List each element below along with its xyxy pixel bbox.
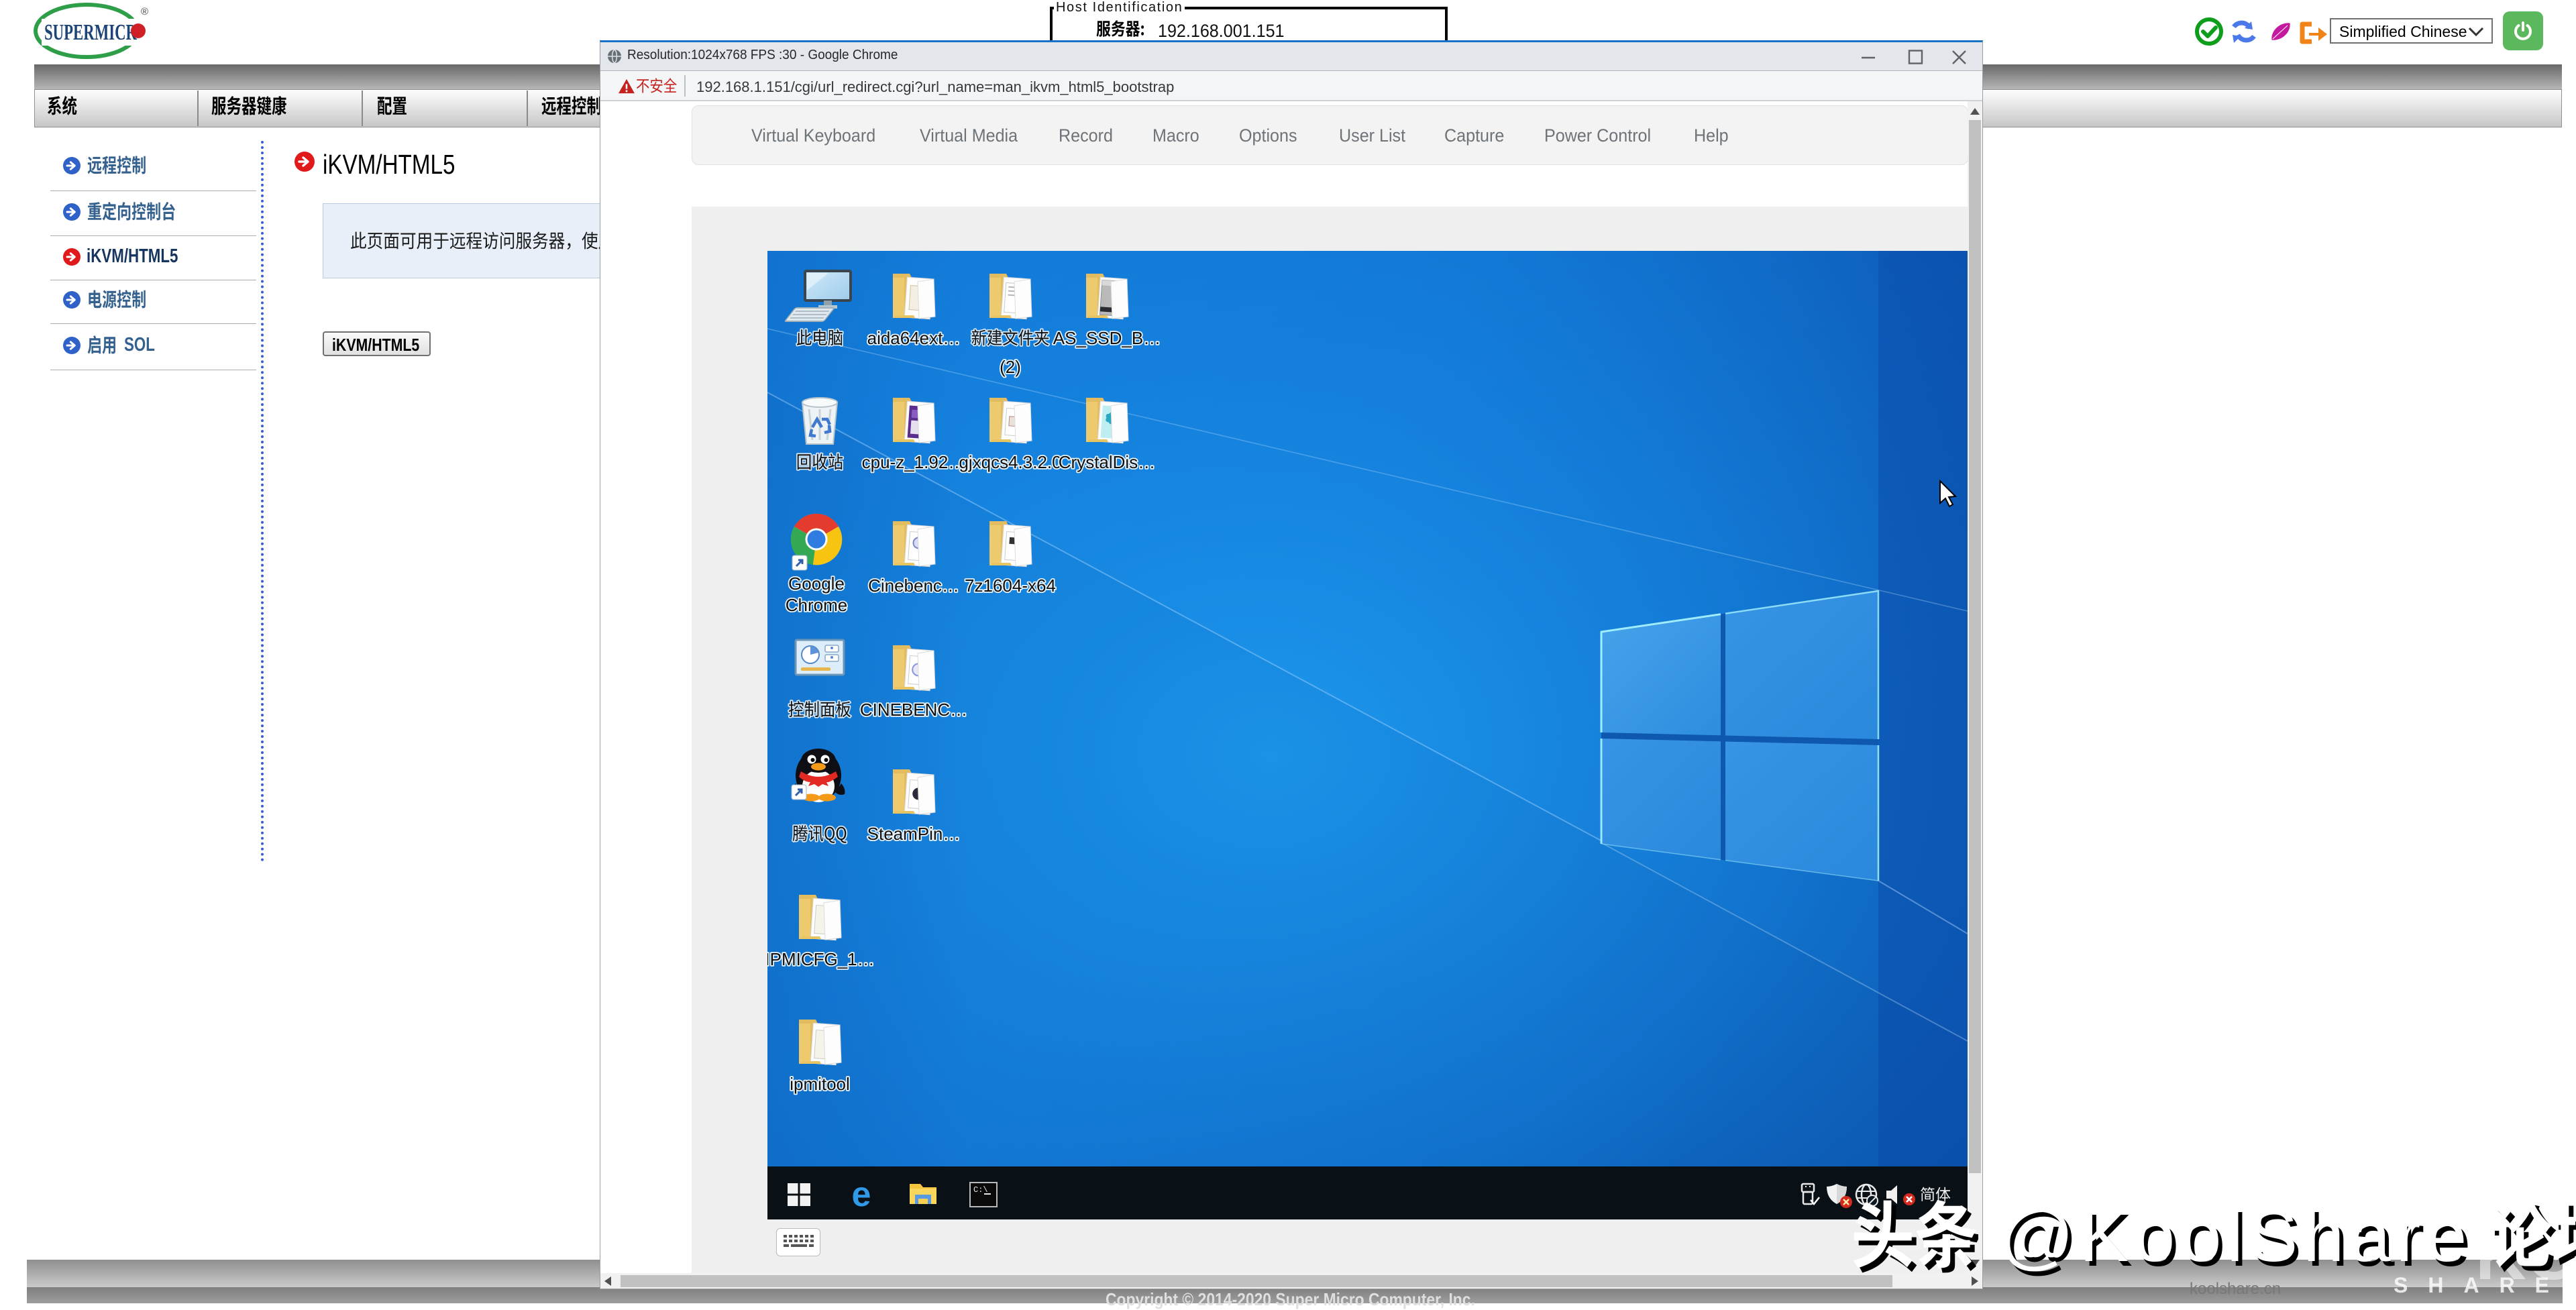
svg-text:aida64ext…: aida64ext… bbox=[867, 328, 961, 348]
svg-text:Cinebenc…: Cinebenc… bbox=[868, 576, 959, 596]
svg-text:SUPERMICR: SUPERMICR bbox=[44, 20, 137, 45]
svg-text:AS_SSD_B…: AS_SSD_B… bbox=[1053, 328, 1161, 348]
svg-text:Chrome: Chrome bbox=[786, 595, 847, 615]
svg-text:gjxqcs4.3.2.0: gjxqcs4.3.2.0 bbox=[959, 452, 1061, 472]
svg-text:ipmitool: ipmitool bbox=[790, 1074, 850, 1094]
svg-text:(2): (2) bbox=[1000, 357, 1021, 377]
svg-text:C:\: C:\ bbox=[973, 1185, 988, 1195]
svg-text:IPMICFG_1…: IPMICFG_1… bbox=[767, 949, 875, 969]
svg-text:cpu-z_1.92…: cpu-z_1.92… bbox=[862, 452, 966, 472]
svg-text:CINEBENC…: CINEBENC… bbox=[860, 700, 967, 720]
svg-text:e: e bbox=[852, 1175, 871, 1214]
svg-text:Google: Google bbox=[788, 574, 845, 594]
svg-text:CrystalDis…: CrystalDis… bbox=[1059, 452, 1155, 472]
svg-text:7z1604-x64: 7z1604-x64 bbox=[965, 576, 1056, 596]
svg-text:SteamPin…: SteamPin… bbox=[867, 824, 961, 844]
svg-text:®: ® bbox=[141, 6, 148, 17]
